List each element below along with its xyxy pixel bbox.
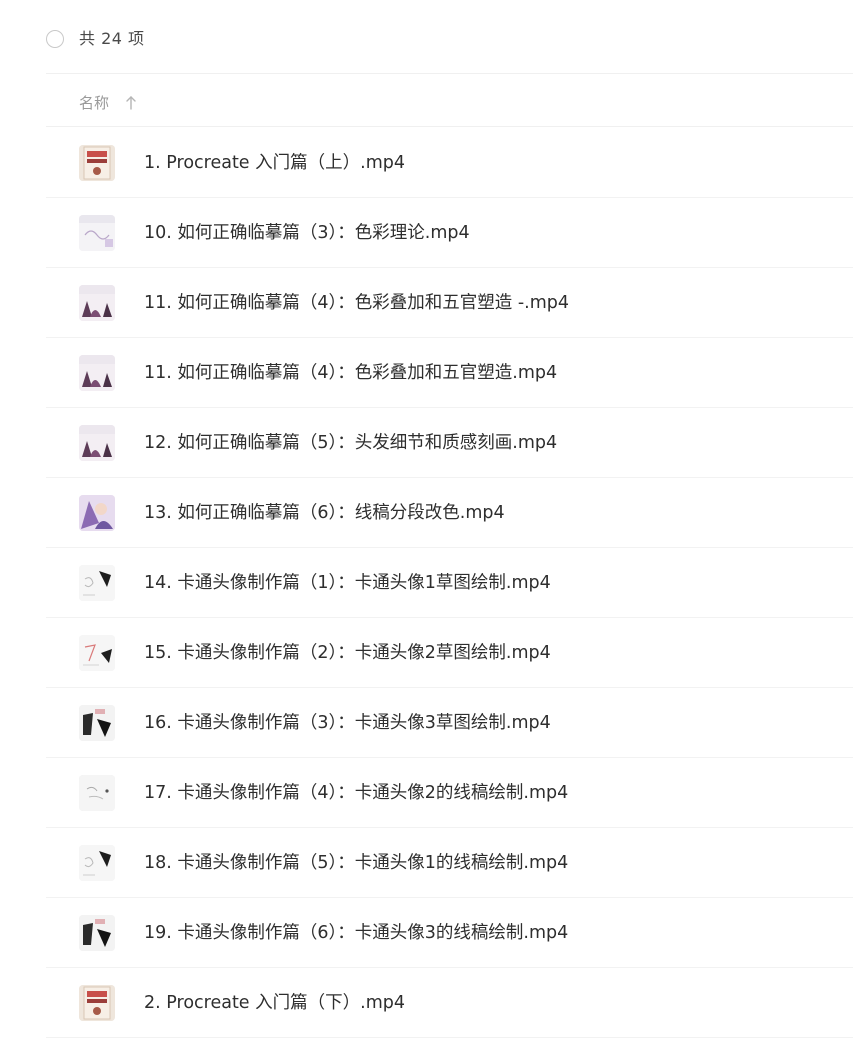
column-name-label[interactable]: 名称 — [79, 93, 109, 113]
file-row[interactable]: 2. Procreate 入门篇（下）.mp4 — [0, 968, 853, 1038]
header-divider — [46, 73, 853, 74]
video-thumbnail-icon — [79, 775, 115, 811]
file-name[interactable]: 15. 卡通头像制作篇（2）：卡通头像2草图绘制.mp4 — [144, 642, 551, 664]
video-thumbnail-icon — [79, 985, 115, 1021]
file-row[interactable]: 13. 如何正确临摹篇（6）：线稿分段改色.mp4 — [0, 478, 853, 548]
file-row[interactable]: 11. 如何正确临摹篇（4）：色彩叠加和五官塑造 -.mp4 — [0, 268, 853, 338]
video-thumbnail-icon — [79, 845, 115, 881]
column-divider — [46, 126, 853, 127]
file-name[interactable]: 12. 如何正确临摹篇（5）：头发细节和质感刻画.mp4 — [144, 432, 557, 454]
video-thumbnail-icon — [79, 215, 115, 251]
file-row[interactable]: 17. 卡通头像制作篇（4）：卡通头像2的线稿绘制.mp4 — [0, 758, 853, 828]
file-row[interactable]: 11. 如何正确临摹篇（4）：色彩叠加和五官塑造.mp4 — [0, 338, 853, 408]
list-header: 共 24 项 — [0, 0, 853, 80]
file-row[interactable]: 1. Procreate 入门篇（上）.mp4 — [0, 128, 853, 198]
file-row[interactable]: 16. 卡通头像制作篇（3）：卡通头像3草图绘制.mp4 — [0, 688, 853, 758]
file-name[interactable]: 18. 卡通头像制作篇（5）：卡通头像1的线稿绘制.mp4 — [144, 852, 568, 874]
file-name[interactable]: 17. 卡通头像制作篇（4）：卡通头像2的线稿绘制.mp4 — [144, 782, 568, 804]
file-row[interactable]: 12. 如何正确临摹篇（5）：头发细节和质感刻画.mp4 — [0, 408, 853, 478]
file-name[interactable]: 14. 卡通头像制作篇（1）：卡通头像1草图绘制.mp4 — [144, 572, 551, 594]
video-thumbnail-icon — [79, 495, 115, 531]
video-thumbnail-icon — [79, 355, 115, 391]
item-count: 共 24 项 — [79, 29, 145, 48]
file-name[interactable]: 11. 如何正确临摹篇（4）：色彩叠加和五官塑造.mp4 — [144, 362, 557, 384]
video-thumbnail-icon — [79, 285, 115, 321]
file-list: 1. Procreate 入门篇（上）.mp4 10. 如何正确临摹篇（3）：色彩… — [0, 128, 853, 1038]
select-all-checkbox[interactable] — [46, 30, 64, 48]
arrow-up-icon[interactable] — [124, 94, 138, 112]
file-name[interactable]: 16. 卡通头像制作篇（3）：卡通头像3草图绘制.mp4 — [144, 712, 551, 734]
video-thumbnail-icon — [79, 915, 115, 951]
column-header: 名称 — [0, 80, 853, 126]
file-row[interactable]: 18. 卡通头像制作篇（5）：卡通头像1的线稿绘制.mp4 — [0, 828, 853, 898]
file-name[interactable]: 11. 如何正确临摹篇（4）：色彩叠加和五官塑造 -.mp4 — [144, 292, 569, 314]
file-row[interactable]: 15. 卡通头像制作篇（2）：卡通头像2草图绘制.mp4 — [0, 618, 853, 688]
file-row[interactable]: 14. 卡通头像制作篇（1）：卡通头像1草图绘制.mp4 — [0, 548, 853, 618]
file-name[interactable]: 2. Procreate 入门篇（下）.mp4 — [144, 992, 405, 1014]
file-name[interactable]: 10. 如何正确临摹篇（3）：色彩理论.mp4 — [144, 222, 470, 244]
video-thumbnail-icon — [79, 635, 115, 671]
file-name[interactable]: 13. 如何正确临摹篇（6）：线稿分段改色.mp4 — [144, 502, 505, 524]
file-name[interactable]: 1. Procreate 入门篇（上）.mp4 — [144, 152, 405, 174]
video-thumbnail-icon — [79, 705, 115, 741]
file-row[interactable]: 10. 如何正确临摹篇（3）：色彩理论.mp4 — [0, 198, 853, 268]
video-thumbnail-icon — [79, 565, 115, 601]
video-thumbnail-icon — [79, 145, 115, 181]
file-row[interactable]: 19. 卡通头像制作篇（6）：卡通头像3的线稿绘制.mp4 — [0, 898, 853, 968]
file-name[interactable]: 19. 卡通头像制作篇（6）：卡通头像3的线稿绘制.mp4 — [144, 922, 568, 944]
video-thumbnail-icon — [79, 425, 115, 461]
